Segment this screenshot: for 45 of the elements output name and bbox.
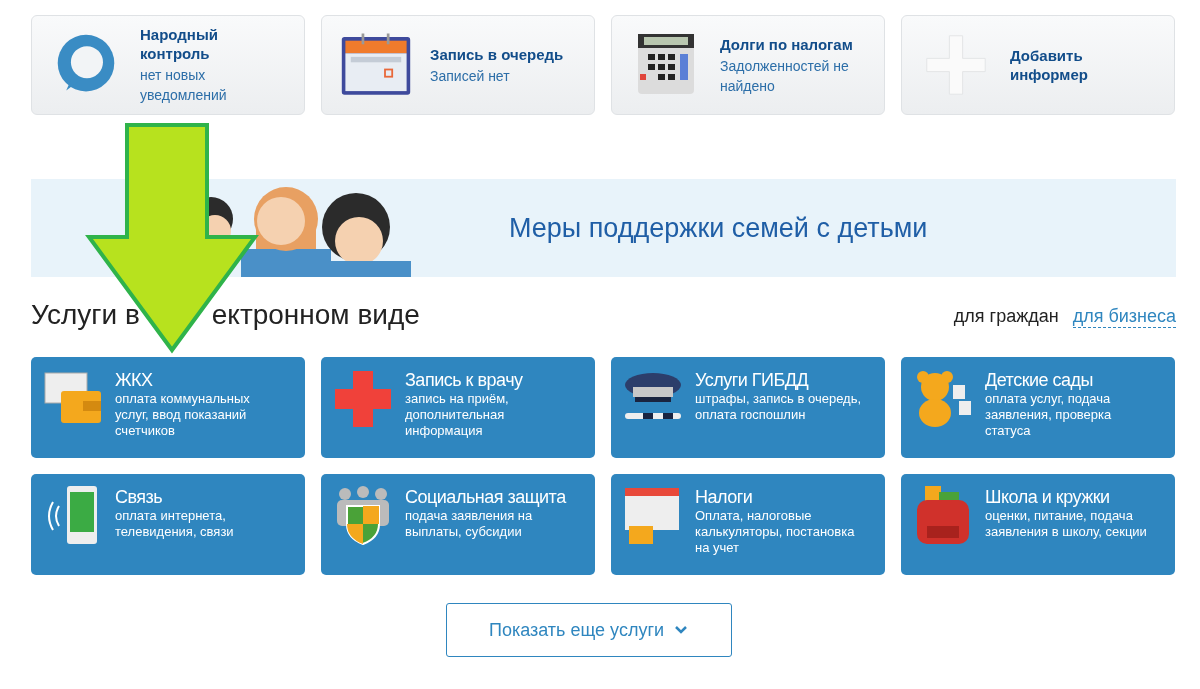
service-description: оплата коммунальных услуг, ввод показаний счетчиков [115,391,251,439]
audience-tab[interactable]: для бизнеса [1072,306,1176,328]
service-title: Социальная защита [405,486,568,508]
service-tile[interactable]: Связь оплата интернета, телевидения, связи [31,474,305,575]
informer-title: Долги по налогам [720,34,854,54]
informer-card[interactable]: Народный контроль нет новых уведомлений [31,15,305,115]
informer-title: Добавить информер [1010,46,1089,84]
informer-card[interactable]: Запись в очередь Записей нет [321,15,595,115]
service-description: запись на приём, дополнительная информация [405,391,510,439]
informer-subtitle: Записей нет [430,66,511,86]
service-title: Запись к врачу [405,369,524,391]
service-tile[interactable]: Налоги Оплата, налоговые калькуляторы, постановка на учет [611,474,885,575]
medical-cross-icon [333,369,393,429]
service-description: оплата услуг, подача заявления, проверка статуса [985,391,1113,439]
calendar-icon [340,32,412,98]
service-title: ЖКХ [115,369,154,391]
service-tile[interactable]: Детские сады оплата услуг, подача заявления, проверка статуса [901,357,1175,458]
service-tile[interactable]: ЖКХ оплата коммунальных услуг, ввод показаний счетчиков [31,357,305,458]
service-tile[interactable]: Запись к врачу запись на приём, дополнительная информация [321,357,595,458]
promo-banner[interactable]: Меры поддержки семей с детьми [31,179,1176,277]
informer-title: Народный контроль [140,25,219,63]
service-tile[interactable]: Школа и кружки оценки, питание, подача заявления в школу, секции [901,474,1175,575]
informer-subtitle: нет новых уведомлений [140,66,228,105]
service-title: Детские сады [985,369,1095,391]
service-tile[interactable]: Социальная защита подача заявления на выплаты, субсидии [321,474,595,575]
service-description: штрафы, запись в очередь, оплата госпошлин [695,391,863,423]
section-heading: Услуги в [31,299,140,331]
service-description: оценки, питание, подача заявления в школу, секции [985,508,1148,540]
section-heading: ектронном виде [211,299,420,331]
service-title: Налоги [695,486,754,508]
service-title: Школа и кружки [985,486,1111,508]
informer-card[interactable]: Добавить информер [901,15,1175,115]
service-title: Услуги ГИБДД [695,369,810,391]
banner-title: Меры поддержки семей с детьми [509,212,928,244]
audience-tab[interactable]: для граждан [953,306,1059,328]
informer-card[interactable]: Долги по налогам Задолженностей не найдено [611,15,885,115]
informer-title: Запись в очередь [430,44,564,64]
informer-subtitle: Задолженностей не найдено [720,56,850,96]
chevron-down-icon [674,625,689,635]
service-description: подача заявления на выплаты, субсидии [405,508,534,540]
service-title: Связь [115,486,164,508]
service-tile[interactable]: Услуги ГИБДД штрафы, запись в очередь, оплата госпошлин [611,357,885,458]
service-description: оплата интернета, телевидения, связи [115,508,235,540]
show-more-button[interactable]: Показать еще услуги [445,603,732,657]
service-description: Оплата, налоговые калькуляторы, постановка на учет [695,508,856,556]
